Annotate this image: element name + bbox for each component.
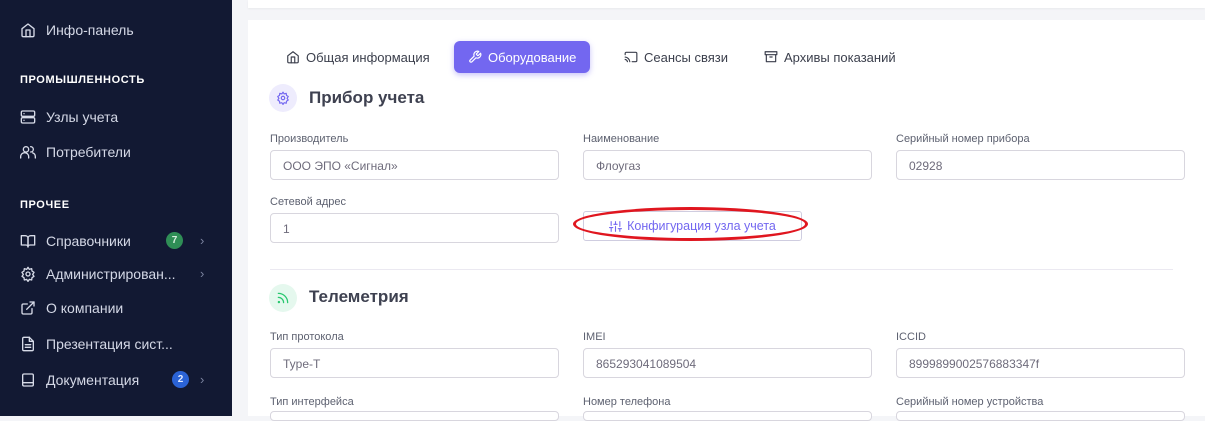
interface-type-field[interactable]: [270, 411, 559, 421]
tab-label: Сеансы связи: [644, 49, 729, 65]
sidebar-item-presentation[interactable]: Презентация сист...: [0, 329, 232, 359]
chevron-right-icon: ›: [200, 266, 205, 281]
telemetry-rss-icon: [269, 284, 297, 312]
imei-field[interactable]: 865293041089504: [583, 348, 872, 378]
chevron-right-icon: ›: [200, 233, 205, 248]
protocol-type-field[interactable]: Type-T: [270, 348, 559, 378]
cast-icon: [624, 50, 638, 64]
network-address-field[interactable]: 1: [270, 213, 559, 243]
name-label: Наименование: [583, 133, 660, 145]
manufacturer-field[interactable]: ООО ЭПО «Сигнал»: [270, 150, 559, 180]
gear-icon: [20, 266, 36, 282]
network-address-label: Сетевой адрес: [270, 196, 347, 208]
phone-number-label: Номер телефона: [583, 396, 671, 408]
tab-label: Архивы показаний: [784, 49, 896, 65]
node-configuration-button[interactable]: Конфигурация узла учета: [583, 211, 802, 241]
tool-icon: [468, 50, 482, 64]
tab-label: Общая информация: [306, 49, 430, 65]
imei-label: IMEI: [583, 331, 606, 343]
sidebar-item-administration[interactable]: Администрирован... ›: [0, 259, 232, 289]
sidebar-item-label: Справочники: [46, 233, 131, 249]
sidebar-item-label: Администрирован...: [46, 266, 176, 282]
sidebar-item-metering-nodes[interactable]: Узлы учета: [0, 102, 232, 132]
sidebar-item-label: Презентация сист...: [46, 336, 173, 352]
section-title-other: ПРОЧЕЕ: [20, 199, 70, 211]
tab-connection-sessions[interactable]: Сеансы связи: [624, 41, 728, 73]
sidebar-item-label: Узлы учета: [46, 109, 119, 125]
sidebar-item-label: Инфо-панель: [46, 22, 134, 38]
book-icon: [20, 233, 36, 249]
protocol-type-label: Тип протокола: [270, 331, 344, 343]
iccid-label: ICCID: [896, 331, 926, 343]
device-settings-icon: [269, 84, 297, 112]
tab-reading-archives[interactable]: Архивы показаний: [764, 41, 896, 73]
server-icon: [20, 109, 36, 125]
external-link-icon: [20, 300, 36, 316]
iccid-field[interactable]: 8999899002576883347f: [896, 348, 1185, 378]
file-text-icon: [20, 336, 36, 352]
device-serial-label: Серийный номер устройства: [896, 396, 1044, 408]
name-field[interactable]: Флоугаз: [583, 150, 872, 180]
users-icon: [20, 144, 36, 160]
archive-icon: [764, 50, 778, 64]
sidebar-item-consumers[interactable]: Потребители: [0, 137, 232, 167]
home-icon: [286, 50, 300, 64]
sidebar-item-documentation[interactable]: Документация 2 ›: [0, 365, 232, 395]
sidebar: Инфо-панель ПРОМЫШЛЕННОСТЬ Узлы учета По…: [0, 0, 232, 416]
telemetry-section-title: Телеметрия: [309, 287, 409, 306]
serial-number-field[interactable]: 02928: [896, 150, 1185, 180]
sidebar-item-references[interactable]: Справочники 7 ›: [0, 226, 232, 256]
chevron-right-icon: ›: [200, 372, 205, 387]
sliders-icon: [609, 220, 623, 232]
sidebar-item-label: О компании: [46, 300, 124, 316]
section-divider: [270, 269, 1173, 270]
documentation-count-badge: 2: [172, 371, 189, 388]
manufacturer-label: Производитель: [270, 133, 349, 145]
card-top-edge: [248, 0, 1205, 8]
references-count-badge: 7: [166, 232, 183, 249]
document-icon: [20, 372, 36, 388]
interface-type-label: Тип интерфейса: [270, 396, 354, 408]
tab-label: Оборудование: [488, 49, 577, 65]
device-section-title: Прибор учета: [309, 88, 425, 107]
tab-general-info[interactable]: Общая информация: [286, 41, 430, 73]
sidebar-item-label: Документация: [46, 372, 140, 388]
tab-equipment[interactable]: Оборудование: [454, 41, 591, 73]
sidebar-item-about[interactable]: О компании: [0, 293, 232, 323]
home-icon: [20, 22, 36, 38]
phone-number-field[interactable]: [583, 411, 872, 421]
sidebar-item-label: Потребители: [46, 144, 131, 160]
section-title-industry: ПРОМЫШЛЕННОСТЬ: [20, 74, 145, 86]
node-configuration-button-label: Конфигурация узла учета: [627, 219, 776, 233]
device-serial-field[interactable]: [896, 411, 1185, 421]
sidebar-item-dashboard[interactable]: Инфо-панель: [0, 15, 232, 45]
serial-number-label: Серийный номер прибора: [896, 133, 1030, 145]
